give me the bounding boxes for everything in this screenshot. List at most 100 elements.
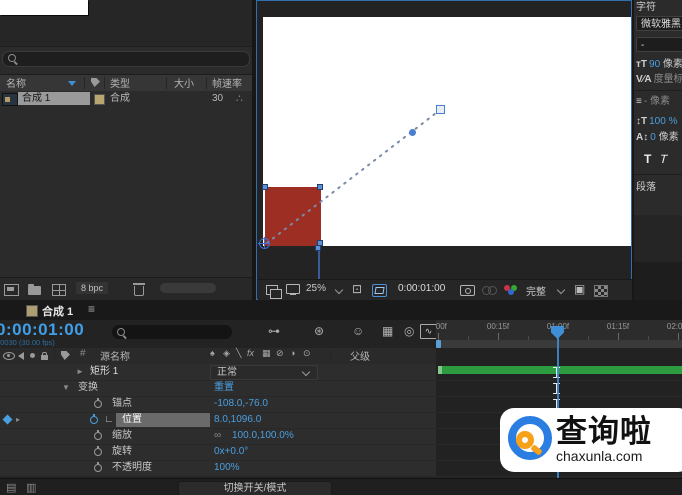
position-row[interactable]: ▸ ∟ 位置 8.0,1096.0	[0, 412, 436, 429]
anchor-point-icon[interactable]	[259, 238, 270, 249]
blend-mode-dropdown[interactable]: 正常	[210, 365, 318, 380]
font-family-dropdown[interactable]: 微软雅黑	[636, 16, 682, 31]
stopwatch-icon[interactable]	[94, 464, 102, 472]
next-keyframe-icon[interactable]: ▸	[16, 412, 20, 428]
snapshot-camera-icon[interactable]	[460, 285, 475, 296]
shy-layers-icon[interactable]: ☺	[352, 324, 364, 338]
transform-label[interactable]: 变换	[78, 380, 98, 396]
property-value[interactable]: 100.0,100.0%	[232, 428, 294, 444]
font-size-row[interactable]: тT90 像素	[636, 58, 682, 72]
scrollbar-thumb[interactable]	[160, 283, 216, 293]
position-keyframe-mid[interactable]	[409, 129, 416, 136]
stopwatch-icon-active[interactable]	[90, 416, 98, 424]
expand-arrow-icon[interactable]: ►	[76, 364, 84, 380]
bit-depth-button[interactable]: 8 bpc	[76, 282, 108, 294]
zoom-level-dropdown[interactable]: 25%	[306, 283, 326, 294]
position-keyframe-end[interactable]	[436, 105, 445, 114]
audio-icon[interactable]	[18, 352, 24, 360]
vertical-scale-value[interactable]: 100	[649, 116, 666, 127]
opacity-row[interactable]: 不透明度 100%	[0, 460, 436, 477]
toggle-switches-modes-button[interactable]: 切换开关/模式	[178, 481, 332, 495]
stopwatch-icon[interactable]	[94, 400, 102, 408]
transparency-grid-icon[interactable]	[594, 285, 608, 297]
solo-icon[interactable]	[30, 353, 35, 358]
composition-canvas[interactable]	[263, 17, 631, 246]
label-tag-icon[interactable]	[91, 78, 100, 87]
font-style-dropdown[interactable]: -	[636, 37, 682, 52]
current-timecode[interactable]: 0:00:01:00	[0, 320, 84, 340]
composition-flowchart-icon[interactable]: ⊶	[268, 324, 280, 338]
kerning-row[interactable]: V∕A度量标准	[636, 73, 682, 87]
faux-bold-icon[interactable]: T	[644, 152, 651, 166]
vertical-scale-row[interactable]: ↕T100 %	[636, 115, 682, 129]
stopwatch-icon[interactable]	[94, 448, 102, 456]
selection-handle[interactable]	[262, 184, 268, 190]
new-composition-icon[interactable]	[52, 284, 66, 296]
resolution-dropdown[interactable]: 完整	[526, 283, 546, 298]
kerning-value[interactable]: 度量标准	[654, 74, 682, 85]
project-item-row[interactable]: 合成 1 合成 30 ∴	[0, 91, 252, 107]
show-snapshot-icon[interactable]	[482, 286, 496, 294]
red-rectangle-layer[interactable]	[265, 187, 321, 246]
property-label[interactable]: 锚点	[112, 396, 132, 412]
transform-group-row[interactable]: ▼ 变换 重置	[0, 380, 436, 397]
always-preview-icon[interactable]	[266, 285, 278, 295]
show-channels-icon[interactable]	[504, 285, 518, 295]
scale-row[interactable]: 缩放 ∞ 100.0,100.0%	[0, 428, 436, 445]
collapse-column-icon[interactable]: ◈	[223, 348, 230, 359]
interpret-footage-icon[interactable]	[4, 284, 19, 296]
new-folder-icon[interactable]	[28, 286, 41, 295]
expand-render-icon[interactable]: ▥	[26, 481, 36, 494]
lock-icon[interactable]	[41, 355, 48, 360]
property-label[interactable]: 缩放	[112, 428, 132, 444]
parent-column[interactable]: 父级	[350, 348, 370, 363]
rotation-row[interactable]: 旋转 0x+0.0°	[0, 444, 436, 461]
chevron-down-icon[interactable]	[335, 286, 343, 294]
fx-column-icon[interactable]: fx	[247, 348, 254, 358]
character-panel-title[interactable]: 字符	[636, 1, 682, 15]
adjustment-column-icon[interactable]: ◑	[290, 348, 295, 358]
selection-handle[interactable]	[317, 240, 323, 246]
timeline-tab-label[interactable]: 合成 1	[42, 303, 73, 319]
frame-blend-column-icon[interactable]: ▦	[262, 348, 271, 359]
leading-row[interactable]: ≡- 像素	[636, 95, 682, 109]
frame-blending-icon[interactable]: ▦	[382, 324, 393, 338]
property-label[interactable]: 旋转	[112, 444, 132, 460]
baseline-shift-value[interactable]: 0	[650, 132, 656, 143]
column-size[interactable]: 大小	[174, 75, 194, 90]
baseline-shift-row[interactable]: A↕0 像素	[636, 131, 682, 145]
label-color-swatch[interactable]	[94, 94, 105, 105]
property-value[interactable]: 100%	[214, 460, 240, 476]
column-framerate[interactable]: 帧速率	[212, 75, 242, 90]
layer-name[interactable]: 矩形 1	[90, 364, 118, 380]
reset-button[interactable]: 重置	[214, 380, 234, 396]
selection-handle[interactable]	[317, 184, 323, 190]
draft-3d-icon[interactable]: ⊛	[314, 324, 324, 338]
shy-column-icon[interactable]: ♠	[210, 348, 215, 358]
leading-value[interactable]: -	[644, 96, 647, 107]
faux-italic-icon[interactable]: T	[658, 152, 669, 166]
paragraph-panel-title[interactable]: 段落	[636, 181, 682, 195]
quality-column-icon[interactable]: ╲	[236, 348, 241, 359]
composition-name[interactable]: 合成 1	[18, 92, 90, 105]
layer-duration-bar[interactable]	[438, 366, 682, 374]
trash-icon[interactable]	[134, 286, 144, 296]
roi-icon[interactable]: ⊡	[352, 282, 362, 296]
monitor-icon[interactable]	[286, 284, 300, 294]
property-value[interactable]: -108.0,-76.0	[214, 396, 268, 412]
project-search-input[interactable]	[2, 51, 250, 67]
layer-row-rect1[interactable]: ► 矩形 1 正常	[0, 364, 436, 381]
region-of-interest-icon[interactable]: ▣	[574, 282, 585, 296]
video-visibility-icon[interactable]	[3, 352, 15, 360]
column-name[interactable]: 名称	[6, 75, 26, 90]
timeline-search-input[interactable]	[112, 325, 232, 339]
anchor-point-row[interactable]: 锚点 -108.0,-76.0	[0, 396, 436, 413]
chevron-down-icon[interactable]	[557, 286, 565, 294]
source-name-column[interactable]: 源名称	[100, 348, 130, 363]
property-value[interactable]: 8.0,1096.0	[214, 412, 261, 428]
expand-arrow-icon[interactable]: ▼	[62, 380, 70, 396]
motion-blur-icon[interactable]: ◎	[404, 324, 414, 338]
work-area-start-handle[interactable]	[436, 340, 441, 348]
link-icon[interactable]: ∞	[214, 428, 221, 444]
property-label[interactable]: 不透明度	[112, 460, 152, 476]
